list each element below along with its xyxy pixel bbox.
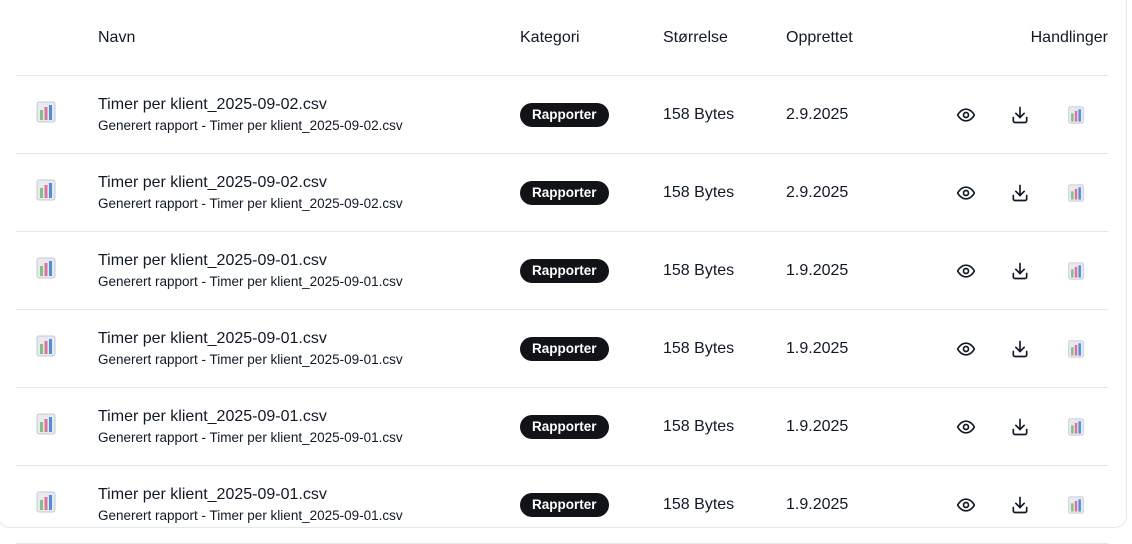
size-cell: 158 Bytes [663, 153, 786, 232]
table-row[interactable]: Timer per klient_2025-09-01.csv Generert… [16, 387, 1108, 466]
actions-column-header: Handlinger [908, 0, 1108, 76]
file-name-cell: Timer per klient_2025-09-01.csv Generert… [98, 387, 520, 466]
file-icon-cell [16, 387, 98, 466]
file-description: Generert rapport - Timer per klient_2025… [98, 273, 403, 289]
bar-chart-icon[interactable] [1064, 103, 1088, 127]
bar-chart-icon[interactable] [1064, 493, 1088, 517]
category-cell: Rapporter [520, 465, 663, 544]
file-icon-cell [16, 153, 98, 232]
bar-chart-file-icon [36, 257, 56, 284]
icon-column-header [16, 0, 98, 76]
file-name-cell: Timer per klient_2025-09-01.csv Generert… [98, 465, 520, 544]
eye-icon[interactable] [954, 181, 978, 205]
actions-cell [908, 153, 1108, 232]
category-cell: Rapporter [520, 309, 663, 388]
category-badge: Rapporter [520, 336, 609, 361]
file-description: Generert rapport - Timer per klient_2025… [98, 117, 403, 133]
table-row[interactable]: Timer per klient_2025-09-01.csv Generert… [16, 465, 1108, 544]
file-name-cell: Timer per klient_2025-09-01.csv Generert… [98, 231, 520, 310]
download-icon[interactable] [1008, 493, 1032, 517]
table-row[interactable]: Timer per klient_2025-09-01.csv Generert… [16, 231, 1108, 310]
created-column-header[interactable]: Opprettet [786, 0, 908, 76]
size-cell: 158 Bytes [663, 75, 786, 154]
file-description: Generert rapport - Timer per klient_2025… [98, 507, 403, 523]
download-icon[interactable] [1008, 181, 1032, 205]
category-column-header[interactable]: Kategori [520, 0, 663, 76]
size-cell: 158 Bytes [663, 231, 786, 310]
size-cell: 158 Bytes [663, 387, 786, 466]
table-header-row: Navn Kategori Størrelse Opprettet Handli… [16, 0, 1108, 76]
category-badge: Rapporter [520, 492, 609, 517]
table-row[interactable]: Timer per klient_2025-09-02.csv Generert… [16, 153, 1108, 232]
table-row[interactable]: Timer per klient_2025-09-01.csv Generert… [16, 309, 1108, 388]
file-icon-cell [16, 309, 98, 388]
file-name[interactable]: Timer per klient_2025-09-02.csv [98, 95, 520, 115]
eye-icon[interactable] [954, 493, 978, 517]
file-icon-cell [16, 231, 98, 310]
bar-chart-file-icon [36, 101, 56, 128]
bar-chart-file-icon [36, 335, 56, 362]
eye-icon[interactable] [954, 415, 978, 439]
created-cell: 1.9.2025 [786, 231, 908, 310]
actions-cell [908, 231, 1108, 310]
download-icon[interactable] [1008, 259, 1032, 283]
download-icon[interactable] [1008, 103, 1032, 127]
file-name[interactable]: Timer per klient_2025-09-02.csv [98, 173, 520, 193]
category-cell: Rapporter [520, 387, 663, 466]
documents-table: Navn Kategori Størrelse Opprettet Handli… [16, 0, 1108, 544]
created-cell: 1.9.2025 [786, 387, 908, 466]
file-description: Generert rapport - Timer per klient_2025… [98, 195, 403, 211]
size-cell: 158 Bytes [663, 465, 786, 544]
created-cell: 2.9.2025 [786, 153, 908, 232]
download-icon[interactable] [1008, 337, 1032, 361]
created-cell: 1.9.2025 [786, 465, 908, 544]
actions-cell [908, 387, 1108, 466]
file-name[interactable]: Timer per klient_2025-09-01.csv [98, 329, 520, 349]
size-column-header[interactable]: Størrelse [663, 0, 786, 76]
table-row[interactable]: Timer per klient_2025-09-02.csv Generert… [16, 75, 1108, 154]
file-description: Generert rapport - Timer per klient_2025… [98, 351, 403, 367]
category-cell: Rapporter [520, 75, 663, 154]
created-cell: 2.9.2025 [786, 75, 908, 154]
bar-chart-icon[interactable] [1064, 259, 1088, 283]
category-cell: Rapporter [520, 153, 663, 232]
file-name-cell: Timer per klient_2025-09-02.csv Generert… [98, 75, 520, 154]
file-name[interactable]: Timer per klient_2025-09-01.csv [98, 407, 520, 427]
size-cell: 158 Bytes [663, 309, 786, 388]
bar-chart-icon[interactable] [1064, 181, 1088, 205]
category-badge: Rapporter [520, 414, 609, 439]
actions-cell [908, 309, 1108, 388]
file-description: Generert rapport - Timer per klient_2025… [98, 429, 403, 445]
category-badge: Rapporter [520, 258, 609, 283]
actions-cell [908, 75, 1108, 154]
created-cell: 1.9.2025 [786, 309, 908, 388]
file-name-cell: Timer per klient_2025-09-02.csv Generert… [98, 153, 520, 232]
name-column-header[interactable]: Navn [98, 0, 520, 76]
file-icon-cell [16, 75, 98, 154]
eye-icon[interactable] [954, 259, 978, 283]
file-name[interactable]: Timer per klient_2025-09-01.csv [98, 251, 520, 271]
bar-chart-icon[interactable] [1064, 415, 1088, 439]
bar-chart-icon[interactable] [1064, 337, 1088, 361]
bar-chart-file-icon [36, 413, 56, 440]
category-cell: Rapporter [520, 231, 663, 310]
category-badge: Rapporter [520, 102, 609, 127]
category-badge: Rapporter [520, 180, 609, 205]
file-name-cell: Timer per klient_2025-09-01.csv Generert… [98, 309, 520, 388]
download-icon[interactable] [1008, 415, 1032, 439]
eye-icon[interactable] [954, 103, 978, 127]
eye-icon[interactable] [954, 337, 978, 361]
bar-chart-file-icon [36, 491, 56, 518]
file-icon-cell [16, 465, 98, 544]
actions-cell [908, 465, 1108, 544]
bar-chart-file-icon [36, 179, 56, 206]
file-name[interactable]: Timer per klient_2025-09-01.csv [98, 485, 520, 505]
